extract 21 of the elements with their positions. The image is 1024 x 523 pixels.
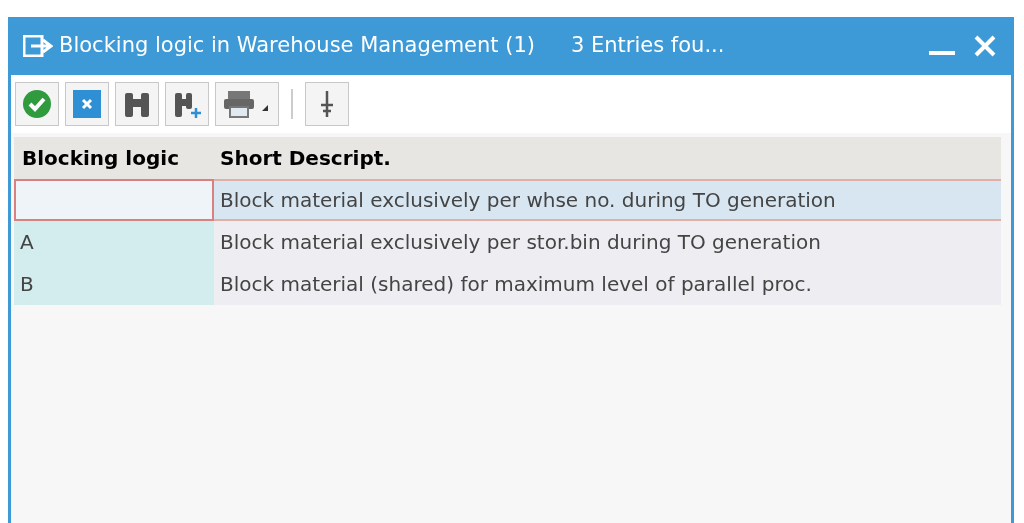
column-header[interactable]: Blocking logic (14, 143, 220, 173)
pin-button[interactable] (305, 82, 349, 126)
cancel-button[interactable] (65, 82, 109, 126)
printer-button[interactable] (215, 82, 279, 126)
close-icon[interactable] (973, 34, 997, 58)
table-cell[interactable]: Block material exclusively per whse no. during TO generation (214, 179, 1001, 221)
binoculars-button[interactable] (115, 82, 159, 126)
table-cell[interactable]: Block material exclusively per stor.bin during TO generation (214, 221, 1001, 263)
binoculars-plus-button[interactable] (165, 82, 209, 126)
ok-button[interactable] (15, 82, 59, 126)
window-icon (23, 35, 53, 57)
table-cell[interactable]: Block material (shared) for maximum level of parallel proc. (214, 263, 1001, 305)
table-cell[interactable] (14, 179, 214, 221)
column-header[interactable]: Short Descript. (220, 143, 391, 173)
table-cell[interactable]: B (14, 263, 214, 305)
ok-icon (22, 89, 52, 119)
window-title: Blocking logic in Warehouse Management (1) (59, 32, 535, 60)
table-cell[interactable]: A (14, 221, 214, 263)
cancel-icon (72, 89, 102, 119)
entries-count: 3 Entries fou... (571, 32, 725, 60)
minimize-icon[interactable] (929, 49, 955, 57)
